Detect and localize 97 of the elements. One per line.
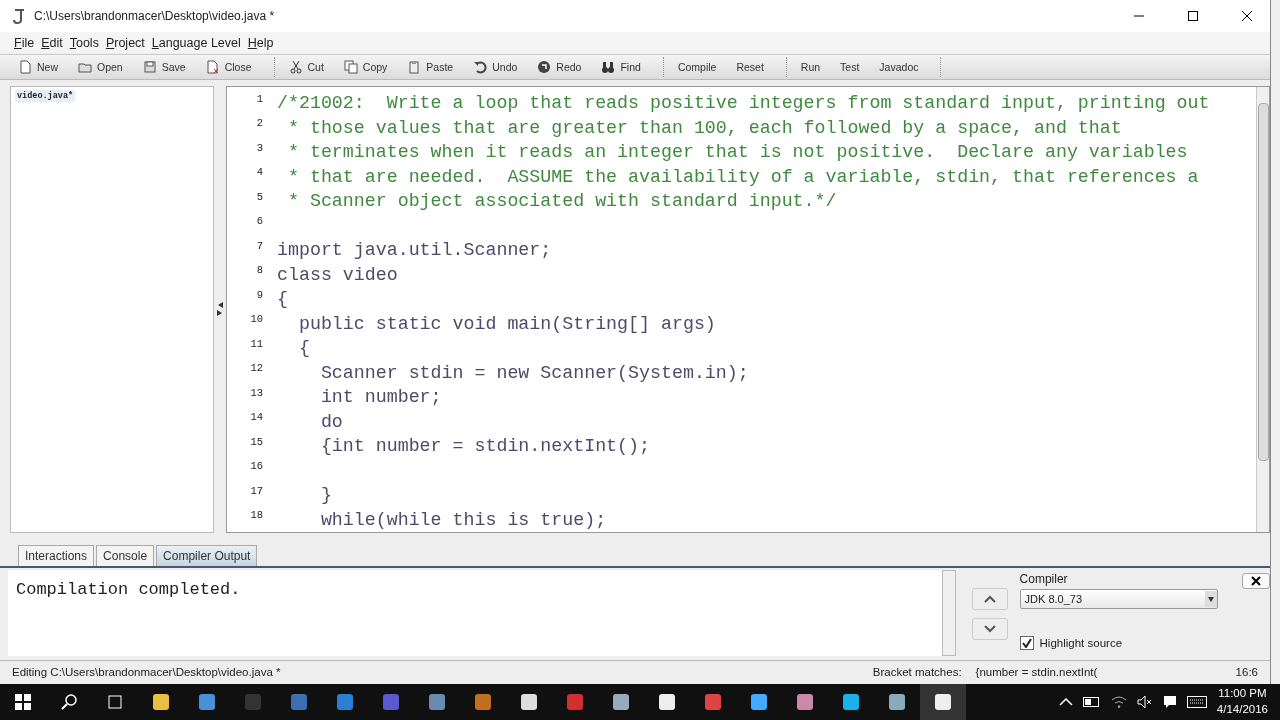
- line-number: 8: [255, 263, 264, 277]
- line-number: 16: [249, 459, 264, 473]
- clipboard-icon: [407, 60, 422, 75]
- line-number: 2: [255, 116, 264, 130]
- line-number: 13: [249, 385, 264, 399]
- line-number: 12: [249, 361, 264, 375]
- code-line: {int number = stdin.nextInt();: [319, 436, 650, 457]
- previous-button[interactable]: [971, 587, 1008, 610]
- line-number: 11: [249, 336, 264, 350]
- toolbar-button[interactable]: Cut: [282, 60, 338, 75]
- taskbar-app-icon[interactable]: [920, 684, 966, 720]
- line-number: 3: [255, 140, 264, 154]
- copy-icon: [343, 60, 358, 75]
- page-icon: [18, 60, 32, 75]
- code-line: class video: [277, 264, 398, 285]
- toolbar-button[interactable]: Test: [834, 61, 874, 74]
- toolbar-button[interactable]: Open: [72, 60, 137, 75]
- chevron-down-icon: [983, 624, 996, 633]
- close-panel-button[interactable]: [1242, 572, 1270, 589]
- line-number: 7: [255, 238, 264, 252]
- code-line: import java.util.Scanner;: [277, 240, 552, 261]
- line-number: 5: [255, 189, 264, 203]
- clock-time: 11:00 PM: [1218, 686, 1267, 702]
- line-number: 10: [249, 312, 264, 326]
- toolbar-button[interactable]: Run: [794, 61, 835, 74]
- chevron-up-icon[interactable]: [1058, 698, 1073, 706]
- line-number: 6: [255, 214, 264, 228]
- folder-icon: [78, 60, 92, 75]
- window-title: C:\Users\brandonmacer\Desktop\video.java *: [34, 9, 276, 23]
- toolbar-button[interactable]: Javadoc: [873, 61, 933, 74]
- menu-item[interactable]: Edit: [41, 35, 63, 50]
- code-line: public static void main(String[] args): [297, 313, 716, 334]
- cursor-position: 16:6: [1235, 666, 1258, 679]
- wifi-icon[interactable]: [1110, 695, 1127, 709]
- close-icon: [1242, 11, 1252, 21]
- menu-item[interactable]: Tools: [69, 35, 99, 50]
- bracket-label: Bracket matches:: [872, 666, 962, 679]
- status-file-path: Editing C:\Users\brandonmacer\Desktop\video.java *: [12, 666, 282, 679]
- code-comment: * Scanner object associated with standard input.*/: [286, 191, 837, 212]
- toolbar-button[interactable]: Copy: [337, 60, 402, 75]
- maximize-icon: [1188, 11, 1198, 21]
- next-button[interactable]: [971, 617, 1008, 640]
- line-number: 18: [249, 508, 264, 522]
- line-number: 14: [249, 410, 264, 424]
- redo-icon: [537, 60, 552, 75]
- line-number: 1: [255, 91, 264, 105]
- menu-item[interactable]: Help: [247, 35, 274, 50]
- close-file-icon: [205, 60, 220, 75]
- close-icon: [1251, 575, 1262, 586]
- battery-icon[interactable]: [1082, 697, 1101, 707]
- code-line: do: [319, 411, 343, 432]
- code-line: while(while this is true);: [319, 509, 607, 530]
- menu-item[interactable]: Project: [105, 35, 145, 50]
- line-number: 17: [249, 483, 264, 497]
- checkbox-label: Highlight source: [1039, 636, 1123, 649]
- panel-tab[interactable]: Console: [96, 544, 155, 566]
- scissors-icon: [288, 60, 303, 75]
- menu-item[interactable]: Language Level: [151, 35, 241, 50]
- line-number: 4: [255, 165, 264, 179]
- code-line: {: [297, 338, 310, 359]
- code-comment: /*21002: Write a loop that reads positive integers from standard input, printing out: [277, 93, 1210, 114]
- toolbar-button[interactable]: Compile: [671, 61, 731, 74]
- toolbar-button[interactable]: Redo: [531, 60, 596, 75]
- compiler-label: Compiler: [1019, 571, 1069, 586]
- code-comment: * those values that are greater than 100, each followed by a space, and that: [286, 117, 1122, 138]
- panel-tab[interactable]: Compiler Output: [156, 544, 258, 566]
- toolbar-button[interactable]: Find: [595, 60, 655, 75]
- toolbar-button[interactable]: New: [12, 60, 72, 75]
- binoculars-icon: [601, 60, 616, 75]
- code-line: {: [277, 289, 288, 310]
- code-line: }: [319, 485, 332, 506]
- panel-tab[interactable]: Interactions: [18, 544, 95, 566]
- code-line: int number;: [319, 387, 442, 408]
- bracket-match-text: {number = stdin.nextInt(: [975, 666, 1099, 679]
- code-line: Scanner stdin = new Scanner(System.in);: [319, 362, 749, 383]
- checkbox[interactable]: [1019, 635, 1034, 650]
- toolbar-button[interactable]: Save: [136, 60, 200, 75]
- line-number: 15: [249, 434, 264, 448]
- toolbar-button[interactable]: Close: [199, 60, 266, 75]
- code-editor[interactable]: [226, 85, 1270, 533]
- app-logo-icon: [12, 8, 26, 24]
- output-text: Compilation completed.: [8, 569, 942, 656]
- document-item[interactable]: video.java*: [15, 89, 76, 102]
- speaker-muted-icon[interactable]: [1136, 695, 1153, 709]
- code-comment: * that are needed. ASSUME the availability of a variable, stdin, that references a: [286, 166, 1199, 187]
- toolbar-button[interactable]: Reset: [730, 61, 778, 74]
- menu-item[interactable]: File: [14, 35, 35, 50]
- notification-icon[interactable]: [1162, 695, 1177, 709]
- keyboard-icon[interactable]: [1186, 696, 1207, 708]
- compiler-dropdown[interactable]: JDK 8.0_73: [1019, 588, 1219, 609]
- line-number: 9: [255, 287, 264, 301]
- toolbar-button[interactable]: Paste: [401, 60, 468, 75]
- code-comment: * terminates when it reads an integer that is not positive. Declare any variables: [286, 142, 1188, 163]
- clock-date: 4/14/2016: [1216, 702, 1268, 717]
- undo-icon: [473, 60, 488, 75]
- toolbar-button[interactable]: Undo: [467, 60, 532, 75]
- chevron-up-icon: [983, 594, 996, 603]
